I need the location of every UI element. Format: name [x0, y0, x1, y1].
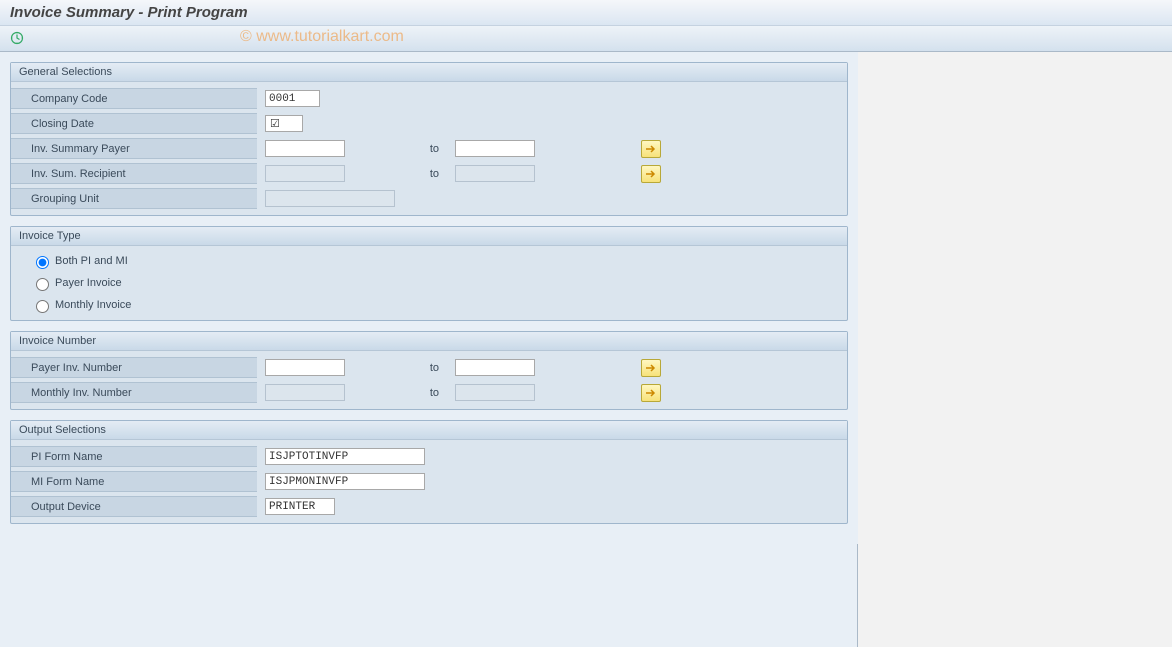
radio-row-monthly[interactable]: Monthly Invoice: [11, 294, 847, 316]
group-output-selections: Output Selections PI Form Name MI Form N…: [10, 420, 848, 524]
row-monthly-inv-number: Monthly Inv. Number to: [11, 380, 847, 405]
label-payer-to: to: [401, 143, 451, 155]
row-inv-sum-recipient: Inv. Sum. Recipient to: [11, 161, 847, 186]
row-output-device: Output Device: [11, 494, 847, 519]
title-bar: Invoice Summary - Print Program: [0, 0, 1172, 26]
input-output-device[interactable]: [265, 498, 335, 515]
group-header-invoice-number: Invoice Number: [11, 332, 847, 351]
group-header-general: General Selections: [11, 63, 847, 82]
label-monthly-inv-number: Monthly Inv. Number: [11, 382, 257, 403]
execute-icon[interactable]: [8, 29, 26, 47]
label-payer-inv-to: to: [401, 362, 451, 374]
input-pi-form-name[interactable]: [265, 448, 425, 465]
toolbar: © www.tutorialkart.com: [0, 26, 1172, 52]
label-payer-inv-number: Payer Inv. Number: [11, 357, 257, 378]
row-company-code: Company Code: [11, 86, 847, 111]
watermark-text: © www.tutorialkart.com: [240, 28, 404, 46]
multiselect-recipient-button[interactable]: [641, 165, 661, 183]
radio-both-pi-mi[interactable]: [36, 256, 49, 269]
row-inv-summary-payer: Inv. Summary Payer to: [11, 136, 847, 161]
label-pi-form-name: PI Form Name: [11, 446, 257, 467]
row-grouping-unit: Grouping Unit: [11, 186, 847, 211]
label-inv-sum-recipient: Inv. Sum. Recipient: [11, 163, 257, 184]
radio-label-monthly: Monthly Invoice: [55, 299, 131, 311]
group-header-invoice-type: Invoice Type: [11, 227, 847, 246]
label-mi-form-name: MI Form Name: [11, 471, 257, 492]
input-payer-inv-from[interactable]: [265, 359, 345, 376]
radio-payer-invoice[interactable]: [36, 278, 49, 291]
row-closing-date: Closing Date: [11, 111, 847, 136]
input-payer-from[interactable]: [265, 140, 345, 157]
label-monthly-inv-to: to: [401, 387, 451, 399]
radio-label-payer: Payer Invoice: [55, 277, 122, 289]
input-recipient-from: [265, 165, 345, 182]
radio-monthly-invoice[interactable]: [36, 300, 49, 313]
input-company-code[interactable]: [265, 90, 320, 107]
input-recipient-to: [455, 165, 535, 182]
label-inv-summary-payer: Inv. Summary Payer: [11, 138, 257, 159]
blank-right-area: [858, 52, 1172, 647]
page-title: Invoice Summary - Print Program: [10, 4, 248, 21]
label-closing-date: Closing Date: [11, 113, 257, 134]
group-invoice-type: Invoice Type Both PI and MI Payer Invoic…: [10, 226, 848, 321]
multiselect-payer-button[interactable]: [641, 140, 661, 158]
multiselect-payer-inv-button[interactable]: [641, 359, 661, 377]
multiselect-monthly-inv-button[interactable]: [641, 384, 661, 402]
input-closing-date-check[interactable]: [265, 115, 303, 132]
label-company-code: Company Code: [11, 88, 257, 109]
input-monthly-inv-from: [265, 384, 345, 401]
label-grouping-unit: Grouping Unit: [11, 188, 257, 209]
row-mi-form-name: MI Form Name: [11, 469, 847, 494]
input-grouping-unit: [265, 190, 395, 207]
input-payer-to[interactable]: [455, 140, 535, 157]
input-payer-inv-to[interactable]: [455, 359, 535, 376]
input-mi-form-name[interactable]: [265, 473, 425, 490]
row-pi-form-name: PI Form Name: [11, 444, 847, 469]
group-header-output: Output Selections: [11, 421, 847, 440]
radio-row-both[interactable]: Both PI and MI: [11, 250, 847, 272]
radio-label-both: Both PI and MI: [55, 255, 128, 267]
content-area: General Selections Company Code Closing …: [0, 52, 858, 544]
label-recipient-to: to: [401, 168, 451, 180]
group-invoice-number: Invoice Number Payer Inv. Number to Mont…: [10, 331, 848, 410]
row-payer-inv-number: Payer Inv. Number to: [11, 355, 847, 380]
label-output-device: Output Device: [11, 496, 257, 517]
input-monthly-inv-to: [455, 384, 535, 401]
radio-row-payer[interactable]: Payer Invoice: [11, 272, 847, 294]
group-general-selections: General Selections Company Code Closing …: [10, 62, 848, 216]
